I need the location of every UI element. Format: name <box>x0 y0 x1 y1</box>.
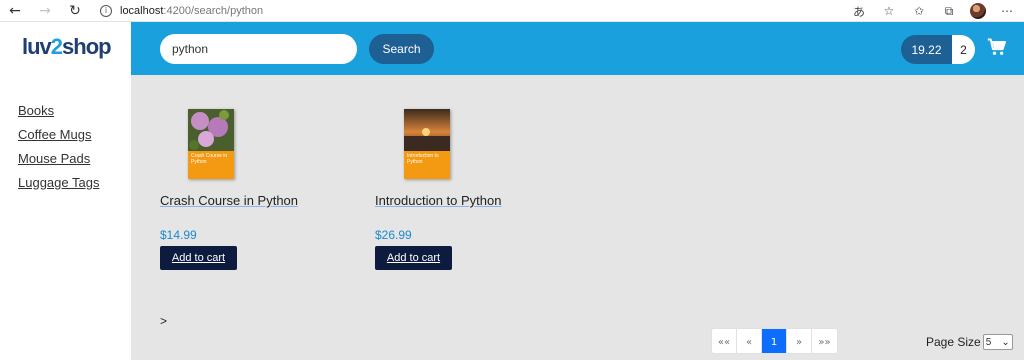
expand-chevron[interactable]: > <box>160 314 167 328</box>
logo-text-2: 2 <box>50 34 63 59</box>
product-name[interactable]: Introduction to Python <box>375 193 501 208</box>
sidebar-item-coffee-mugs[interactable]: Coffee Mugs <box>18 127 91 142</box>
pagination: «« « 1 » »» <box>711 328 838 354</box>
product-name[interactable]: Crash Course in Python <box>160 193 298 208</box>
add-to-cart-button[interactable]: Add to cart <box>160 246 237 270</box>
more-menu-icon[interactable]: ⋯ <box>998 2 1016 20</box>
book-cover-image[interactable]: Crash Course in Python <box>188 109 234 179</box>
favorites-icon[interactable]: ✩ <box>910 2 928 20</box>
address-bar[interactable]: i localhost:4200/search/python <box>94 0 884 21</box>
search-input[interactable] <box>160 34 357 64</box>
collections-icon[interactable]: ⧉ <box>940 2 958 20</box>
browser-toolbar: ← → ↻ i localhost:4200/search/python あ ☆… <box>0 0 1024 22</box>
product-price: $14.99 <box>160 228 197 242</box>
first-page-button[interactable]: «« <box>712 329 737 353</box>
logo-text-shop: shop <box>62 34 112 59</box>
sunset-cover-art <box>404 109 450 151</box>
cart-status[interactable]: 19.22 2 <box>901 35 975 64</box>
header-bar: Search 19.22 2 <box>131 22 1024 75</box>
app-page: luv2shop Books Coffee Mugs Mouse Pads Lu… <box>0 22 1024 360</box>
reload-icon[interactable]: ↻ <box>64 0 86 22</box>
book-cover-band: Introduction to Python <box>404 151 450 179</box>
page-1-button[interactable]: 1 <box>762 329 787 353</box>
add-favorite-icon[interactable]: ☆ <box>880 2 898 20</box>
sidebar-item-mouse-pads[interactable]: Mouse Pads <box>18 151 90 166</box>
page-size-label: Page Size <box>926 335 981 349</box>
forward-icon[interactable]: → <box>34 0 56 22</box>
url-host: localhost <box>120 4 164 17</box>
next-page-button[interactable]: » <box>787 329 812 353</box>
search-button[interactable]: Search <box>369 34 434 64</box>
previous-page-button[interactable]: « <box>737 329 762 353</box>
flower-cover-art <box>188 109 234 151</box>
logo-text-luv: luv <box>22 34 52 59</box>
sidebar: luv2shop Books Coffee Mugs Mouse Pads Lu… <box>0 22 131 360</box>
page-size-control: Page Size 5 ⌄ <box>926 334 1013 350</box>
book-cover-title: Introduction to Python <box>407 153 439 165</box>
url-path: :4200/search/python <box>163 4 264 17</box>
cart-quantity: 2 <box>952 35 975 64</box>
info-icon[interactable]: i <box>100 4 112 17</box>
last-page-button[interactable]: »» <box>812 329 837 353</box>
back-icon[interactable]: ← <box>4 0 26 22</box>
category-menu: Books Coffee Mugs Mouse Pads Luggage Tag… <box>18 102 99 198</box>
read-aloud-icon[interactable]: あ <box>850 2 868 20</box>
shopping-cart-icon[interactable] <box>987 37 1007 57</box>
cart-total: 19.22 <box>901 35 952 64</box>
luv2shop-logo[interactable]: luv2shop <box>22 34 112 60</box>
book-cover-image[interactable]: Introduction to Python <box>404 109 450 179</box>
main-content: Crash Course in Python Crash Course in P… <box>131 75 1024 360</box>
book-cover-band: Crash Course in Python <box>188 151 234 179</box>
page-size-value: 5 <box>985 336 992 348</box>
chevron-down-icon: ⌄ <box>1001 336 1010 348</box>
add-to-cart-button[interactable]: Add to cart <box>375 246 452 270</box>
sidebar-item-luggage-tags[interactable]: Luggage Tags <box>18 175 99 190</box>
sidebar-item-books[interactable]: Books <box>18 103 54 118</box>
page-size-select[interactable]: 5 ⌄ <box>982 334 1013 350</box>
book-cover-title: Crash Course in Python <box>191 153 228 165</box>
product-price: $26.99 <box>375 228 412 242</box>
profile-avatar[interactable] <box>970 3 986 19</box>
